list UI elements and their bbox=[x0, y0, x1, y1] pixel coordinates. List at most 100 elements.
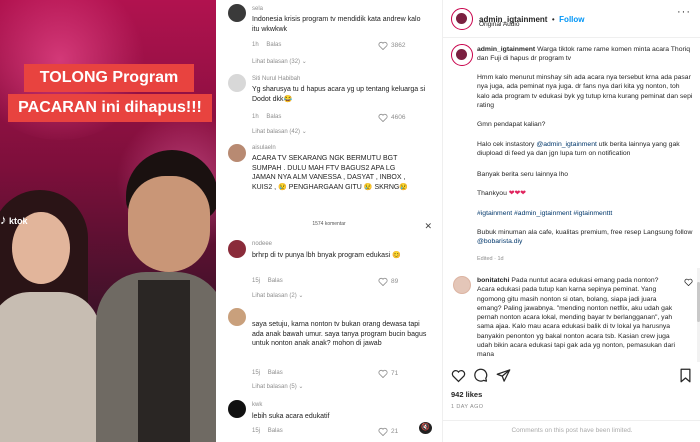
video-frame[interactable]: TOLONG Program PACARAN ini dihapus!!! ♪ … bbox=[0, 0, 216, 442]
red-hearts-emoji: ❤❤❤ bbox=[508, 190, 526, 197]
thankyou-text: Thankyou bbox=[477, 190, 507, 197]
post-header: admin_igtainment • Follow Original Audio… bbox=[443, 0, 700, 38]
heart-outline-icon[interactable] bbox=[684, 278, 693, 286]
comment-text: saya setuju, karna nonton tv bukan orang… bbox=[252, 321, 427, 347]
comment-bubble-icon[interactable] bbox=[473, 368, 488, 383]
caption-text: Halo cek instastory bbox=[477, 141, 537, 148]
reply-button[interactable]: Balas bbox=[268, 370, 283, 376]
comment-username[interactable]: bonitatchi bbox=[477, 277, 509, 284]
chevron-down-icon: ⌄ bbox=[301, 129, 307, 135]
comment-like-count: 21 bbox=[391, 428, 399, 435]
comment-like[interactable]: 89 bbox=[378, 277, 398, 286]
tiktok-logo-icon: ♪ bbox=[0, 212, 7, 227]
caption-promo: Bubuk minuman ala cafe, kualitas premium… bbox=[477, 228, 693, 247]
avatar[interactable] bbox=[228, 240, 246, 258]
avatar[interactable] bbox=[451, 8, 473, 30]
edited-label: Edited · 1d bbox=[477, 256, 504, 262]
caption-paragraph: Banyak berita seru lainnya lho bbox=[477, 171, 569, 178]
caption-paragraph: Halo cek instastory @admin_igtainment ut… bbox=[477, 140, 693, 159]
follow-button[interactable]: Follow bbox=[559, 15, 584, 24]
comment-like-count: 71 bbox=[391, 370, 399, 377]
hashtags[interactable]: #igtainment #admin_igtainment #igtainmen… bbox=[477, 209, 693, 218]
instagram-post-panel: admin_igtainment • Follow Original Audio… bbox=[442, 0, 700, 442]
more-options-icon[interactable]: ··· bbox=[677, 6, 691, 18]
video-banner-line2: PACARAN ini dihapus!!! bbox=[8, 94, 212, 122]
avatar[interactable] bbox=[228, 74, 246, 92]
comment-like-count: 89 bbox=[391, 278, 399, 285]
chevron-down-icon: ⌄ bbox=[298, 384, 304, 390]
reply-button[interactable]: Balas bbox=[268, 278, 283, 284]
like-count[interactable]: 942 likes bbox=[451, 390, 482, 399]
avatar[interactable] bbox=[451, 44, 473, 66]
share-paper-plane-icon[interactable] bbox=[496, 368, 511, 383]
view-replies-link[interactable]: Lihat balasan (2) ⌄ bbox=[252, 292, 303, 299]
avatar[interactable] bbox=[228, 400, 246, 418]
post-comment: bonitatchi Pada nuntut acara edukasi ema… bbox=[443, 270, 700, 362]
comment-username[interactable]: kwk bbox=[252, 402, 262, 408]
post-caption: admin_igtainment Warga tiktok rame rame … bbox=[443, 40, 700, 266]
avatar[interactable] bbox=[228, 144, 246, 162]
mention-link[interactable]: @bobarista.diy bbox=[477, 238, 522, 245]
avatar[interactable] bbox=[453, 276, 471, 294]
man-shirt bbox=[138, 280, 190, 442]
comment-time: 15j bbox=[252, 428, 261, 434]
audio-label[interactable]: Original Audio bbox=[479, 21, 519, 28]
comment-username[interactable]: nodeee bbox=[252, 241, 272, 247]
avatar[interactable] bbox=[228, 4, 246, 22]
comment-meta: 15j Balas bbox=[252, 428, 283, 434]
view-replies-text: Lihat balasan (2) bbox=[252, 293, 297, 299]
close-icon[interactable]: ✕ bbox=[424, 221, 432, 232]
view-replies-link[interactable]: Lihat balasan (42) ⌄ bbox=[252, 128, 307, 135]
mention-link[interactable]: @admin_igtainment bbox=[536, 141, 597, 148]
woman-body bbox=[0, 292, 100, 442]
reply-button[interactable]: Balas bbox=[266, 42, 281, 48]
comment-like[interactable]: 71 bbox=[378, 369, 398, 378]
comment-meta: 1h Balas bbox=[252, 114, 281, 120]
tiktok-watermark-text: ktok bbox=[9, 216, 28, 226]
comment-count: 1574 komentar bbox=[312, 221, 346, 227]
comment-like[interactable]: 4606 bbox=[378, 113, 405, 122]
avatar[interactable] bbox=[228, 308, 246, 326]
caption-username[interactable]: admin_igtainment bbox=[477, 46, 535, 53]
heart-outline-icon[interactable] bbox=[378, 277, 388, 286]
caption-paragraph: Hmm kalo menurut minshay sih ada acara n… bbox=[477, 74, 693, 109]
comment-username[interactable]: Siti Nurul Habibah bbox=[252, 76, 300, 82]
caption-thankyou: Thankyou ❤❤❤ bbox=[477, 189, 693, 198]
caption-lead: admin_igtainment Warga tiktok rame rame … bbox=[477, 45, 693, 64]
comment-like-count: 3862 bbox=[391, 42, 406, 49]
comment-text: lebih suka acara edukatif bbox=[252, 413, 330, 420]
heart-outline-icon[interactable] bbox=[378, 427, 388, 436]
comment-text: Indonesia krisis program tv mendidik kat… bbox=[252, 16, 421, 33]
reply-button[interactable]: Balas bbox=[268, 428, 283, 434]
view-replies-link[interactable]: Lihat balasan (5) ⌄ bbox=[252, 383, 303, 390]
chevron-down-icon: ⌄ bbox=[301, 59, 307, 65]
volume-icon[interactable]: 🔇 bbox=[419, 422, 432, 434]
post-actions bbox=[443, 364, 700, 386]
chevron-down-icon: ⌄ bbox=[298, 293, 304, 299]
heart-outline-icon[interactable] bbox=[378, 369, 388, 378]
video-banner-line1: TOLONG Program bbox=[24, 64, 194, 92]
heart-outline-icon[interactable] bbox=[378, 41, 388, 50]
comment-like[interactable]: 3862 bbox=[378, 41, 405, 50]
bookmark-icon[interactable] bbox=[678, 368, 693, 383]
post-time: 1 DAY AGO bbox=[451, 404, 484, 410]
comment-meta: 1h Balas bbox=[252, 42, 281, 48]
comment-like[interactable]: 21 bbox=[378, 427, 398, 436]
view-replies-text: Lihat balasan (42) bbox=[252, 129, 301, 135]
tiktok-watermark: ♪ ktok bbox=[0, 212, 28, 227]
comment-time: 15j bbox=[252, 370, 261, 376]
heart-outline-icon[interactable] bbox=[378, 113, 388, 122]
view-replies-link[interactable]: Lihat balasan (32) ⌄ bbox=[252, 58, 307, 65]
comment-username[interactable]: aisulaeln bbox=[252, 145, 276, 151]
reply-button[interactable]: Balas bbox=[266, 114, 281, 120]
comments-limited-notice: Comments on this post have been limited. bbox=[443, 420, 700, 442]
like-heart-icon[interactable] bbox=[451, 368, 466, 383]
comment-username[interactable]: sela bbox=[252, 6, 263, 12]
comment-text: ACARA TV SEKARANG NGK BERMUTU BGT SUMPAH… bbox=[252, 155, 409, 191]
promo-text: Bubuk minuman ala cafe, kualitas premium… bbox=[477, 229, 693, 236]
comment-meta: 15j Balas bbox=[252, 370, 283, 376]
view-replies-text: Lihat balasan (5) bbox=[252, 384, 297, 390]
caption-paragraph: Gmn pendapat kalian? bbox=[477, 121, 546, 128]
comment-text: Yg sharusya tu d hapus acara yg up tenta… bbox=[252, 86, 426, 103]
tiktok-comments-panel: sela Indonesia krisis program tv mendidi… bbox=[216, 0, 442, 442]
